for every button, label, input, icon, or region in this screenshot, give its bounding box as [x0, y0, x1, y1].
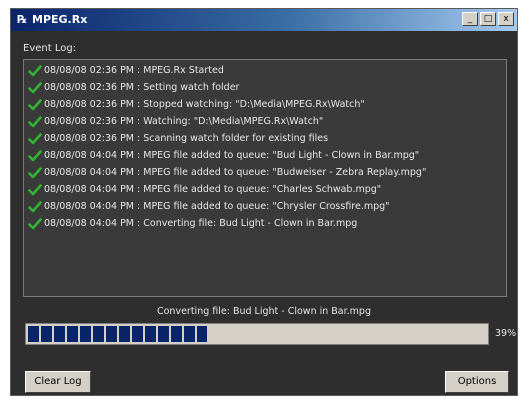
- log-entry-text: 08/08/08 02:36 PM : Setting watch folder: [44, 82, 240, 93]
- check-icon: [28, 217, 42, 229]
- log-entry-text: 08/08/08 04:04 PM : MPEG file added to q…: [44, 201, 390, 212]
- check-icon: [28, 132, 42, 144]
- check-icon: [28, 115, 42, 127]
- log-entry[interactable]: 08/08/08 02:36 PM : Setting watch folder: [28, 79, 506, 96]
- log-entry[interactable]: 08/08/08 04:04 PM : MPEG file added to q…: [28, 181, 506, 198]
- log-entry[interactable]: 08/08/08 04:04 PM : MPEG file added to q…: [28, 147, 506, 164]
- title-bar[interactable]: ℞ MPEG.Rx _ □ x: [11, 9, 517, 31]
- event-log-list-box[interactable]: 08/08/08 02:36 PM : MPEG.Rx Started 08/08…: [23, 59, 507, 297]
- event-log-label: Event Log:: [23, 43, 77, 54]
- log-entry-text: 08/08/08 02:36 PM : Scanning watch folde…: [44, 133, 329, 144]
- check-icon: [28, 149, 42, 161]
- check-icon: [28, 200, 42, 212]
- log-entry[interactable]: 08/08/08 02:36 PM : Watching: "D:\Media\…: [28, 113, 506, 130]
- check-icon: [28, 64, 42, 76]
- log-entry[interactable]: 08/08/08 04:04 PM : MPEG file added to q…: [28, 164, 506, 181]
- mpeg-rx-app-icon[interactable]: ℞: [14, 12, 30, 28]
- event-log-list: 08/08/08 02:36 PM : MPEG.Rx Started 08/08…: [24, 60, 506, 232]
- minimize-button[interactable]: _: [462, 12, 478, 26]
- log-entry[interactable]: 08/08/08 02:36 PM : MPEG.Rx Started: [28, 62, 506, 79]
- progress-bar-fill: [28, 326, 207, 342]
- log-entry-text: 08/08/08 04:04 PM : MPEG file added to q…: [44, 184, 382, 195]
- maximize-button[interactable]: □: [480, 12, 496, 26]
- progress-percent: 39%: [495, 328, 517, 339]
- log-entry[interactable]: 08/08/08 04:04 PM : Converting file: Bud…: [28, 215, 506, 232]
- log-entry-text: 08/08/08 04:04 PM : Converting file: Bud…: [44, 218, 358, 229]
- caption-buttons: _ □ x: [462, 12, 514, 26]
- check-icon: [28, 81, 42, 93]
- check-icon: [28, 183, 42, 195]
- status-text: Converting file: Bud Light - Clown in Ba…: [156, 306, 371, 317]
- log-entry[interactable]: 08/08/08 02:36 PM : Scanning watch folde…: [28, 130, 506, 147]
- log-entry[interactable]: 08/08/08 04:04 PM : MPEG file added to q…: [28, 198, 506, 215]
- log-entry[interactable]: 08/08/08 02:36 PM : Stopped watching: "D…: [28, 96, 506, 113]
- progress-bar: [25, 323, 489, 345]
- mpeg-rx-window: ℞ MPEG.Rx _ □ x Event Log: 08/08/08 02:3…: [10, 8, 518, 396]
- clear-log-button[interactable]: Clear Log: [25, 371, 91, 393]
- window-title: MPEG.Rx: [32, 13, 88, 26]
- log-entry-text: 08/08/08 04:04 PM : MPEG file added to q…: [44, 167, 427, 178]
- check-icon: [28, 166, 42, 178]
- check-icon: [28, 98, 42, 110]
- options-button[interactable]: Options: [445, 371, 509, 393]
- log-entry-text: 08/08/08 02:36 PM : Watching: "D:\Media\…: [44, 116, 324, 127]
- log-entry-text: 08/08/08 02:36 PM : MPEG.Rx Started: [44, 65, 224, 76]
- log-entry-text: 08/08/08 02:36 PM : Stopped watching: "D…: [44, 99, 365, 110]
- close-button[interactable]: x: [498, 12, 514, 26]
- log-entry-text: 08/08/08 04:04 PM : MPEG file added to q…: [44, 150, 420, 161]
